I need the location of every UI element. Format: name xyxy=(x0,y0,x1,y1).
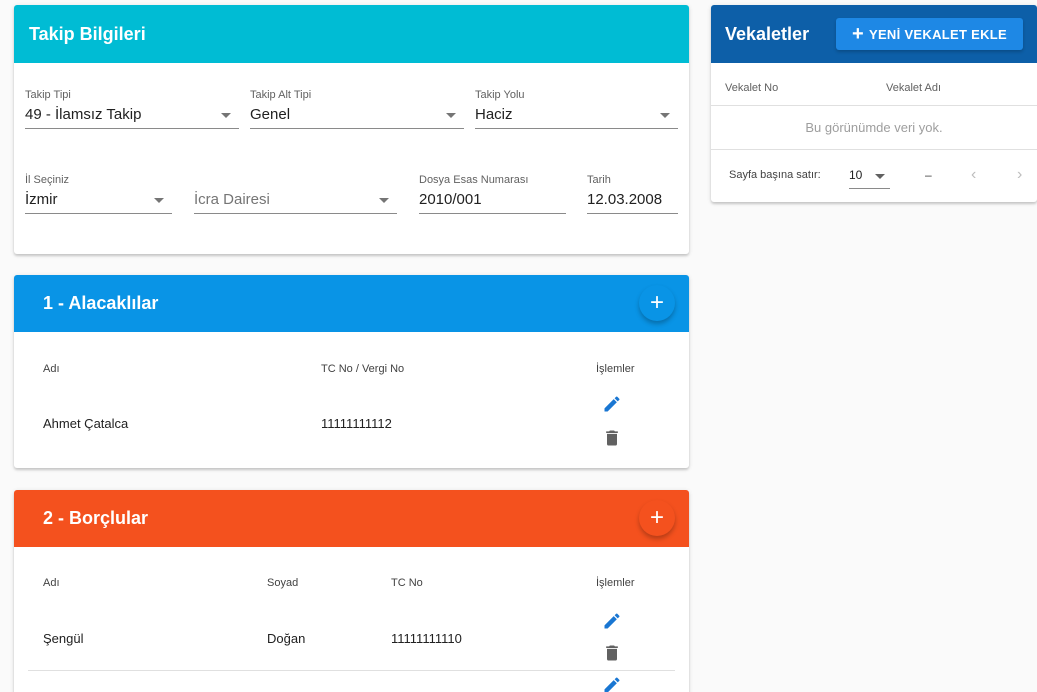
takip-tipi-select[interactable]: Takip Tipi 49 - İlamsız Takip xyxy=(25,89,239,131)
vekaletler-header: Vekaletler + YENİ VEKALET EKLE xyxy=(711,5,1037,63)
dosya-esas-input[interactable]: Dosya Esas Numarası 2010/001 xyxy=(419,174,566,216)
alacaklilar-title: 1 - Alacaklılar xyxy=(43,293,159,313)
takip-tipi-label: Takip Tipi xyxy=(25,89,71,101)
yeni-vekalet-ekle-button[interactable]: + YENİ VEKALET EKLE xyxy=(836,18,1023,50)
column-header-vekalet-no[interactable]: Vekalet No xyxy=(725,82,778,94)
tarih-value: 12.03.2008 xyxy=(587,191,663,208)
column-header-vekalet-adi[interactable]: Vekalet Adı xyxy=(886,82,941,94)
pagination-range: – xyxy=(925,168,932,182)
takip-yolu-value: Haciz xyxy=(475,106,513,123)
borclu-adi: Şengül xyxy=(43,631,84,646)
borclu-tc: 11111111110 xyxy=(391,631,462,646)
yeni-vekalet-ekle-label: YENİ VEKALET EKLE xyxy=(868,26,1007,42)
borclu-soyad: Doğan xyxy=(267,631,306,646)
column-header-islemler: İşlemler xyxy=(596,577,635,589)
footer-divider xyxy=(711,149,1037,150)
tarih-label: Tarih xyxy=(587,174,611,186)
borclular-card: 2 - Borçlular + Adı Soyad TC No İşlemler… xyxy=(14,490,689,692)
add-borclu-button[interactable]: + xyxy=(639,500,675,536)
vekaletler-card: Vekaletler + YENİ VEKALET EKLE Vekalet N… xyxy=(711,5,1037,202)
chevron-down-icon xyxy=(379,198,389,203)
rows-per-page-select[interactable]: 10 xyxy=(849,162,890,189)
header-divider xyxy=(711,105,1037,106)
rows-per-page-value: 10 xyxy=(849,168,863,182)
takip-bilgileri-card: Takip Bilgileri Takip Tipi 49 - İlamsız … xyxy=(14,5,689,254)
takip-yolu-select[interactable]: Takip Yolu Haciz xyxy=(475,89,678,131)
column-header-adi: Adı xyxy=(43,577,60,589)
takip-alt-tipi-label: Takip Alt Tipi xyxy=(250,89,312,101)
column-header-tc: TC No / Vergi No xyxy=(321,363,405,375)
column-header-tc: TC No xyxy=(391,577,423,589)
alacakli-adi: Ahmet Çatalca xyxy=(43,416,129,431)
plus-icon: + xyxy=(649,504,664,531)
column-header-islemler: İşlemler xyxy=(596,363,635,375)
takip-bilgileri-title: Takip Bilgileri xyxy=(29,23,146,44)
borclular-title: 2 - Borçlular xyxy=(43,508,149,528)
alacaklilar-card: 1 - Alacaklılar + Adı TC No / Vergi No İ… xyxy=(14,275,689,468)
il-select[interactable]: İl Seçiniz İzmir xyxy=(25,174,172,216)
tarih-input[interactable]: Tarih 12.03.2008 xyxy=(587,174,678,216)
chevron-down-icon xyxy=(875,174,885,179)
icra-dairesi-select[interactable]: İcra Dairesi xyxy=(194,174,397,216)
il-value: İzmir xyxy=(25,191,58,208)
alacakli-tc: 11111111112 xyxy=(321,416,392,431)
takip-yolu-label: Takip Yolu xyxy=(475,89,525,101)
column-header-soyad: Soyad xyxy=(267,577,299,589)
field-underline xyxy=(194,213,397,214)
alacaklilar-header: 1 - Alacaklılar + xyxy=(14,275,689,332)
takip-bilgileri-header: Takip Bilgileri xyxy=(14,5,689,63)
empty-state-text: Bu görünümde veri yok. xyxy=(805,120,943,135)
chevron-down-icon xyxy=(446,113,456,118)
chevron-down-icon xyxy=(660,113,670,118)
field-underline xyxy=(250,128,464,129)
chevron-down-icon xyxy=(221,113,231,118)
dosya-esas-value: 2010/001 xyxy=(419,191,482,208)
edit-icon[interactable] xyxy=(602,675,622,692)
delete-icon[interactable] xyxy=(602,428,622,448)
borclular-header: 2 - Borçlular + xyxy=(14,490,689,547)
field-underline xyxy=(419,213,566,214)
takip-tipi-value: 49 - İlamsız Takip xyxy=(25,106,142,123)
il-label: İl Seçiniz xyxy=(25,174,70,186)
dosya-esas-label: Dosya Esas Numarası xyxy=(419,174,529,186)
field-underline xyxy=(25,213,172,214)
takip-alt-tipi-select[interactable]: Takip Alt Tipi Genel xyxy=(250,89,464,131)
field-underline xyxy=(25,128,239,129)
icra-dairesi-placeholder: İcra Dairesi xyxy=(194,191,270,208)
plus-icon: + xyxy=(649,289,664,316)
chevron-down-icon xyxy=(154,198,164,203)
field-underline xyxy=(587,213,678,214)
edit-icon[interactable] xyxy=(602,394,622,414)
add-alacakli-button[interactable]: + xyxy=(639,285,675,321)
takip-alt-tipi-value: Genel xyxy=(250,106,291,123)
vekaletler-title: Vekaletler xyxy=(725,23,810,44)
column-header-adi: Adı xyxy=(43,363,60,375)
chevron-left-icon[interactable]: ‹ xyxy=(971,166,976,184)
plus-icon: + xyxy=(852,23,864,45)
delete-icon[interactable] xyxy=(602,643,622,663)
edit-icon[interactable] xyxy=(602,611,622,631)
row-divider xyxy=(28,670,675,671)
field-underline xyxy=(475,128,678,129)
rows-per-page-label: Sayfa başına satır: xyxy=(729,169,821,181)
chevron-right-icon[interactable]: › xyxy=(1017,166,1022,184)
